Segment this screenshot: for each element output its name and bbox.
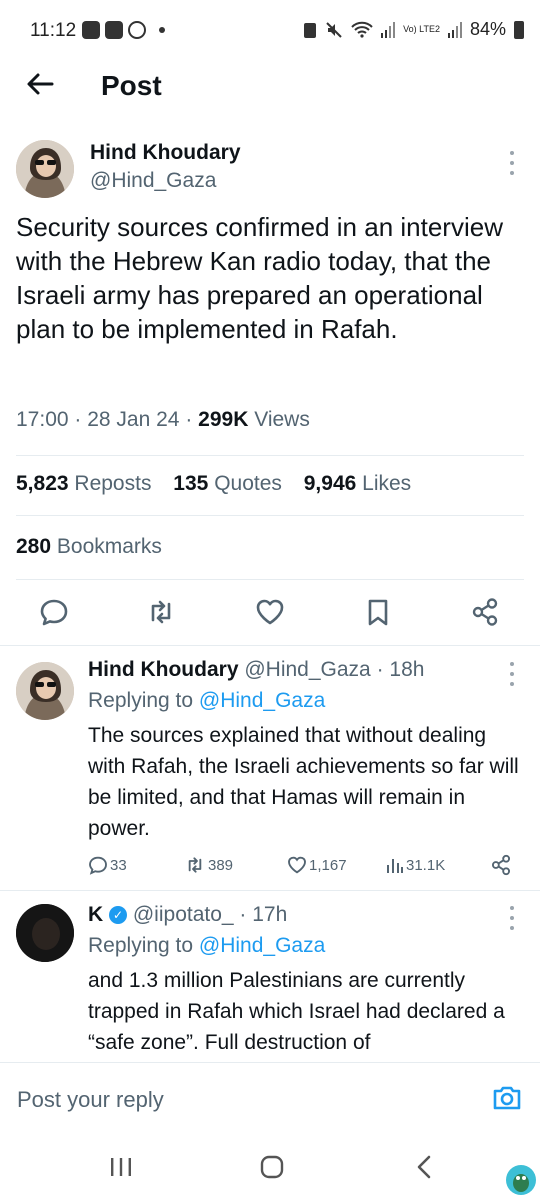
reply-repost-button[interactable]: 389: [184, 855, 287, 875]
reposts-count: 5,823: [16, 472, 69, 495]
back-icon[interactable]: [414, 1154, 434, 1180]
gallery-notification-icon: [105, 21, 123, 39]
reply-author-name[interactable]: K: [88, 903, 103, 926]
whatsapp-notification-icon: [128, 21, 146, 39]
system-nav-bar: [0, 1126, 540, 1200]
reposts-stat[interactable]: 5,823 Reposts: [16, 472, 151, 495]
reply-icon[interactable]: [39, 597, 69, 627]
engagement-stats: 5,823 Reposts 135 Quotes 9,946 Likes: [16, 472, 427, 496]
post-meta: 17:00 · 28 Jan 24 · 299K Views: [16, 408, 310, 431]
floating-assistant-icon[interactable]: [505, 1164, 537, 1196]
signal-icon: [381, 21, 396, 38]
battery-icon: [514, 20, 524, 39]
views-label: Views: [254, 408, 310, 431]
views-bar-chart-icon: [387, 859, 403, 873]
replying-to-line: Replying to @Hind_Gaza: [88, 689, 325, 713]
author-handle[interactable]: @Hind_Gaza: [90, 169, 216, 193]
likes-count: 9,946: [303, 472, 357, 495]
reply-input-placeholder[interactable]: Post your reply: [17, 1087, 164, 1113]
replying-to-link[interactable]: @Hind_Gaza: [199, 689, 325, 712]
more-notifications-icon: [159, 27, 165, 33]
divider: [0, 890, 540, 891]
network-label: Vo) LTE2: [403, 24, 440, 34]
replying-label: Replying to: [88, 934, 194, 957]
reposts-label: Reposts: [74, 472, 152, 495]
replying-label: Replying to: [88, 689, 194, 712]
more-options-icon[interactable]: [506, 151, 518, 175]
author-avatar[interactable]: [16, 140, 74, 198]
replying-to-line: Replying to @Hind_Gaza: [88, 934, 325, 958]
like-heart-icon[interactable]: [255, 597, 285, 627]
avatar-photo: [16, 662, 74, 720]
reply-author-name[interactable]: Hind Khoudary: [88, 658, 239, 681]
reply-author-handle[interactable]: @Hind_Gaza: [244, 658, 370, 681]
mute-icon: [326, 21, 342, 38]
reply-count: 33: [110, 856, 127, 874]
repost-icon: [188, 857, 202, 873]
divider: [16, 515, 524, 516]
reply-actions: 33 389 1,167 31.1K: [88, 854, 512, 876]
divider: [16, 579, 524, 580]
youtube-notification-icon: [82, 21, 100, 39]
home-icon[interactable]: [259, 1154, 285, 1180]
reply-more-options-icon[interactable]: [506, 906, 518, 930]
reply-author-avatar[interactable]: [16, 904, 74, 962]
status-indicators: Vo) LTE2 84%: [303, 19, 524, 40]
battery-percent: 84%: [469, 19, 506, 39]
divider: [16, 455, 524, 456]
repost-count: 389: [208, 856, 234, 874]
reply-reply-button[interactable]: 33: [88, 855, 184, 875]
quotes-stat[interactable]: 135 Quotes: [173, 472, 282, 495]
like-heart-icon: [288, 856, 306, 874]
recent-apps-icon[interactable]: [108, 1156, 134, 1178]
reply-author-handle[interactable]: @iipotato_: [133, 903, 234, 926]
avatar-photo: [16, 904, 74, 962]
camera-icon[interactable]: [492, 1085, 522, 1111]
reply-icon: [89, 856, 107, 875]
status-time: 11:12: [30, 20, 77, 41]
post-time: 17:00: [16, 408, 69, 431]
bookmarks-label: Bookmarks: [56, 535, 162, 558]
reply-age: 17h: [252, 903, 288, 926]
reply-share-icon[interactable]: [490, 854, 512, 876]
reply-text: and 1.3 million Palestinians are current…: [88, 969, 505, 1054]
bookmarks-count: 280: [16, 535, 52, 558]
top-app-bar: Post: [0, 56, 540, 116]
post-date: 28 Jan 24: [87, 408, 180, 431]
quotes-label: Quotes: [214, 472, 282, 495]
bookmarks-stat[interactable]: 280 Bookmarks: [16, 535, 162, 559]
status-bar: 11:12 Vo) LTE2 84%: [0, 0, 540, 56]
signal-2-icon: [447, 21, 462, 38]
reply-header: Hind Khoudary @Hind_Gaza · 18h: [88, 658, 425, 681]
likes-stat[interactable]: 9,946 Likes: [304, 472, 411, 495]
author-name[interactable]: Hind Khoudary: [90, 141, 241, 165]
wifi-icon: [351, 21, 373, 38]
verified-badge-icon: ✓: [109, 906, 128, 924]
reply-age: 18h: [389, 658, 425, 681]
page-title: Post: [101, 70, 162, 101]
reply-more-options-icon[interactable]: [506, 662, 518, 686]
notification-icons: [82, 21, 165, 39]
back-arrow-icon[interactable]: [22, 66, 58, 102]
likes-label: Likes: [362, 472, 412, 495]
divider: [0, 645, 540, 646]
views-count: 299K: [198, 408, 249, 431]
avatar-photo: [16, 140, 74, 198]
replying-to-link[interactable]: @Hind_Gaza: [199, 934, 325, 957]
post-text: Security sources confirmed in an intervi…: [16, 212, 503, 344]
reply-like-button[interactable]: 1,167: [287, 855, 386, 875]
views-count: 31.1K: [406, 856, 446, 874]
bookmark-icon[interactable]: [363, 597, 393, 627]
reply-views-button[interactable]: 31.1K: [386, 856, 490, 874]
repost-icon[interactable]: [146, 597, 176, 627]
reply-author-avatar[interactable]: [16, 662, 74, 720]
reply-composer[interactable]: Post your reply: [0, 1062, 540, 1126]
share-icon[interactable]: [470, 597, 500, 627]
reply-header: K ✓ @iipotato_ · 17h: [88, 903, 288, 926]
reply-text: The sources explained that without deali…: [88, 724, 519, 840]
quotes-count: 135: [173, 472, 209, 495]
battery-saver-icon: [304, 22, 317, 38]
like-count: 1,167: [309, 856, 347, 874]
